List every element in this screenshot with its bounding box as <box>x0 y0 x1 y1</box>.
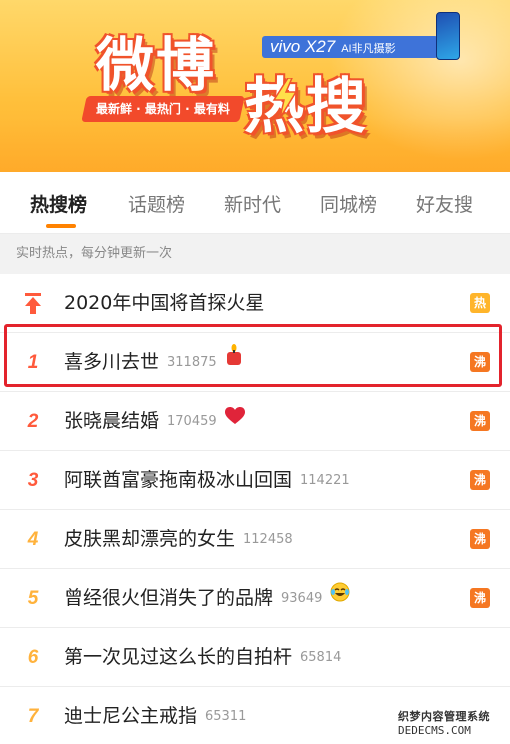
tab-topics[interactable]: 话题榜 <box>128 190 185 217</box>
boil-badge: 沸 <box>470 411 490 431</box>
topic-title: 曾经很火但消失了的品牌 93649 <box>64 569 350 628</box>
rank-number: 4 <box>27 529 39 550</box>
boil-badge: 沸 <box>470 470 490 490</box>
rank-number: 2 <box>27 411 39 432</box>
topic-text: 皮肤黑却漂亮的女生 <box>64 528 236 550</box>
tab-local[interactable]: 同城榜 <box>320 190 377 217</box>
search-count: 93649 <box>281 591 323 606</box>
watermark-line2: DEDECMS.COM <box>398 724 471 737</box>
boil-badge: 沸 <box>470 588 490 608</box>
search-count: 65814 <box>300 650 342 665</box>
boil-badge: 沸 <box>470 352 490 372</box>
boil-badge: 沸 <box>470 529 490 549</box>
banner-title-weibo: 微博 <box>96 31 217 99</box>
tab-friends[interactable]: 好友搜 <box>416 190 473 217</box>
topic-title: 皮肤黑却漂亮的女生 112458 <box>64 510 293 569</box>
list-subtitle: 实时热点，每分钟更新一次 <box>0 234 510 274</box>
candle-icon <box>225 331 243 390</box>
pin-top-icon <box>25 293 41 314</box>
topic-text: 第一次见过这么长的自拍杆 <box>64 646 293 668</box>
banner-slogan: 最新鲜 · 最热门 · 最有料 <box>81 96 245 122</box>
tab-hot-search[interactable]: 热搜榜 <box>30 190 87 217</box>
banner-title-resou: 热搜 <box>244 72 368 142</box>
list-item[interactable]: 6 第一次见过这么长的自拍杆 65814 <box>0 628 510 687</box>
phone-icon <box>436 12 460 60</box>
topic-title: 喜多川去世 311875 <box>64 333 243 392</box>
laugh-cry-icon <box>330 567 350 626</box>
list-item[interactable]: 5 曾经很火但消失了的品牌 93649 沸 <box>0 569 510 628</box>
search-count: 112458 <box>243 532 293 547</box>
pinned-topic-row[interactable]: 2020年中国将首探火星 热 <box>0 274 510 333</box>
rank-number: 6 <box>27 647 39 668</box>
lightning-icon <box>272 78 298 118</box>
list-item[interactable]: 1 喜多川去世 311875 沸 <box>0 333 510 392</box>
tab-bar: 热搜榜 话题榜 新时代 同城榜 好友搜 <box>0 172 510 234</box>
search-count: 114221 <box>300 473 350 488</box>
hot-search-banner: vivo X27 AI非凡摄影 微博 最新鲜 · 最热门 · 最有料 热搜 <box>0 0 510 172</box>
topic-title: 张晓晨结婚 170459 <box>64 392 245 451</box>
banner-slogan-text: 最新鲜 · 最热门 · 最有料 <box>96 102 230 116</box>
search-count: 65311 <box>205 709 247 724</box>
rank-number: 5 <box>27 588 39 609</box>
search-count: 170459 <box>167 414 217 429</box>
topic-text: 迪士尼公主戒指 <box>64 705 198 727</box>
topic-text: 张晓晨结婚 <box>64 410 160 432</box>
topic-text: 曾经很火但消失了的品牌 <box>64 587 274 609</box>
rank-number: 1 <box>27 352 39 373</box>
sponsor-tagline: AI非凡摄影 <box>341 43 396 55</box>
topic-text: 阿联酋富豪拖南极冰山回国 <box>64 469 293 491</box>
list-item[interactable]: 3 阿联酋富豪拖南极冰山回国 114221 沸 <box>0 451 510 510</box>
sponsor-brand: vivo X27 <box>270 37 336 56</box>
watermark: 织梦内容管理系统 DEDECMS.COM <box>398 708 508 742</box>
topic-title: 迪士尼公主戒指 65311 <box>64 687 246 744</box>
active-tab-indicator <box>46 224 76 228</box>
list-item[interactable]: 2 张晓晨结婚 170459 沸 <box>0 392 510 451</box>
topic-title: 阿联酋富豪拖南极冰山回国 114221 <box>64 451 350 510</box>
hot-badge: 热 <box>470 293 490 313</box>
rank-number: 3 <box>27 470 39 491</box>
rank-number: 7 <box>27 706 39 727</box>
tab-new-era[interactable]: 新时代 <box>224 190 281 217</box>
topic-title: 2020年中国将首探火星 <box>64 292 265 314</box>
sponsor-badge[interactable]: vivo X27 AI非凡摄影 <box>262 36 438 58</box>
heart-icon <box>224 390 245 449</box>
search-count: 311875 <box>167 355 217 370</box>
topic-text: 喜多川去世 <box>64 351 160 373</box>
watermark-line1: 织梦内容管理系统 <box>398 710 490 723</box>
list-item[interactable]: 4 皮肤黑却漂亮的女生 112458 沸 <box>0 510 510 569</box>
topic-title: 第一次见过这么长的自拍杆 65814 <box>64 628 341 687</box>
